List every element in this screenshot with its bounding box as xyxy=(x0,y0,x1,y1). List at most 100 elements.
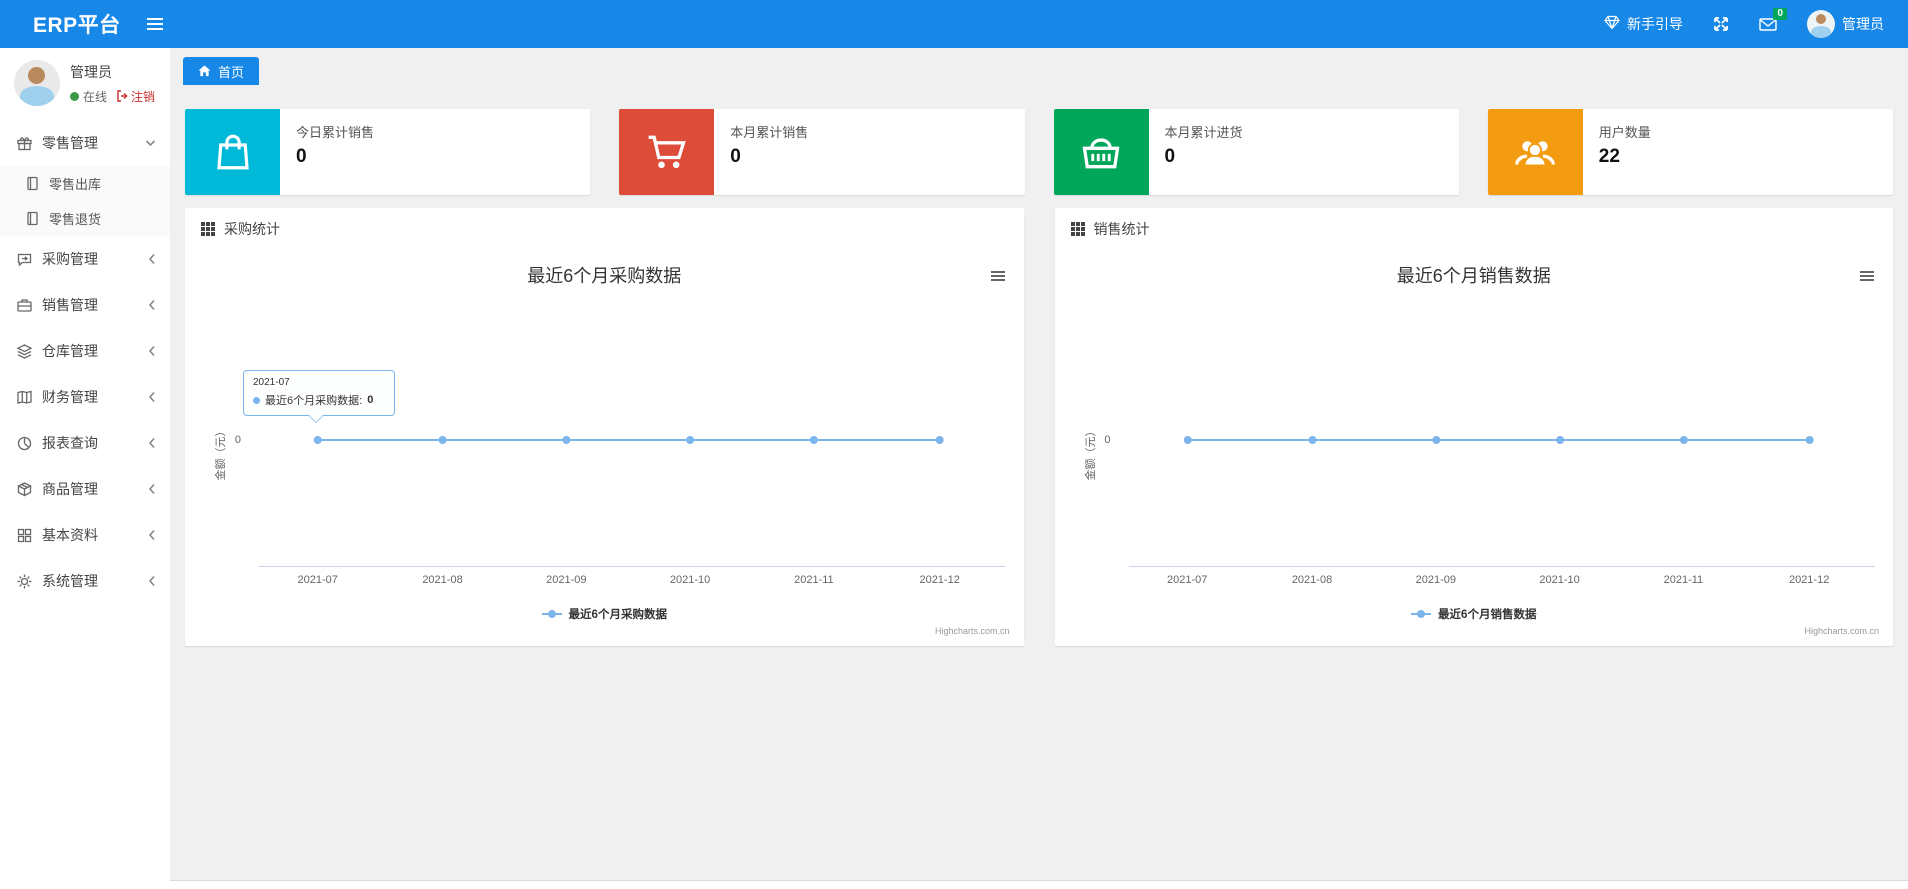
sidebar-item-label: 零售管理 xyxy=(42,135,98,151)
stat-card-value: 0 xyxy=(296,146,307,167)
sidebar-item-reports[interactable]: 报表查询 xyxy=(0,420,170,466)
chevron-left-icon xyxy=(148,391,156,403)
shopping-cart-icon xyxy=(619,109,715,195)
stat-card-month-sales: 本月累计销售 0 xyxy=(619,109,1025,195)
gear-icon xyxy=(16,573,33,590)
stat-card-value: 0 xyxy=(1164,146,1176,167)
sidebar-item-sales[interactable]: 销售管理 xyxy=(0,282,170,328)
x-axis-tick: 2021-09 xyxy=(1415,574,1457,586)
gift-icon xyxy=(16,135,33,152)
messages-badge: 0 xyxy=(1773,7,1787,20)
sidebar-toggle-icon[interactable] xyxy=(146,18,163,30)
charts-row: 采购统计 最近6个月采购数据 金额（元） 0 2021-07 2021-08 2… xyxy=(170,195,1908,646)
fullscreen-icon xyxy=(1714,17,1728,31)
guide-button[interactable]: 新手引导 xyxy=(1604,14,1683,34)
stat-card-label: 本月累计销售 xyxy=(730,125,809,140)
purchase-chart: 最近6个月采购数据 金额（元） 0 2021-07 2021-08 2021-0… xyxy=(185,250,1024,644)
sidebar-submenu-retail: 零售出库 零售退货 xyxy=(0,166,170,236)
highcharts-credit[interactable]: Highcharts.com.cn xyxy=(1804,626,1879,636)
x-axis-tick: 2021-07 xyxy=(1167,574,1208,586)
sidebar-item-label: 仓库管理 xyxy=(42,343,98,359)
user-menu-label: 管理员 xyxy=(1842,16,1884,32)
sidebar-item-label: 报表查询 xyxy=(42,435,98,451)
stat-cards-row: 今日累计销售 0 本月累计销售 0 本月累计进货 0 用户数量 22 xyxy=(170,85,1908,195)
sidebar-item-retail[interactable]: 零售管理 xyxy=(0,120,170,166)
sidebar-item-system[interactable]: 系统管理 xyxy=(0,558,170,604)
x-axis-tick: 2021-12 xyxy=(1788,574,1830,586)
highcharts-credit[interactable]: Highcharts.com.cn xyxy=(935,626,1010,636)
panel-title: 销售统计 xyxy=(1093,221,1150,237)
legend-item[interactable]: 最近6个月销售数据 xyxy=(1055,606,1894,622)
legend-marker-icon xyxy=(541,610,562,618)
tab-label: 首页 xyxy=(218,64,245,80)
stat-card-label: 用户数量 xyxy=(1598,125,1651,140)
chevron-left-icon xyxy=(148,575,156,587)
stat-card-value: 22 xyxy=(1598,146,1620,167)
x-axis-tick: 2021-12 xyxy=(919,574,960,586)
sidebar-item-retail-outbound[interactable]: 零售出库 xyxy=(0,166,170,201)
sidebar-item-label: 零售出库 xyxy=(49,177,102,192)
sidebar-item-label: 采购管理 xyxy=(42,251,98,267)
legend-label: 最近6个月采购数据 xyxy=(568,609,667,621)
sidebar-item-finance[interactable]: 财务管理 xyxy=(0,374,170,420)
sidebar-item-goods[interactable]: 商品管理 xyxy=(0,466,170,512)
th-grid-icon xyxy=(201,222,215,236)
app-brand[interactable]: ERP平台 xyxy=(0,9,121,39)
messages-button[interactable]: 0 xyxy=(1759,7,1787,32)
sidebar-item-purchase[interactable]: 采购管理 xyxy=(0,236,170,282)
sales-chart: 最近6个月销售数据 金额（元） 0 2021-07 2021-08 2021-0… xyxy=(1055,250,1894,644)
x-axis-tick: 2021-11 xyxy=(1663,574,1704,586)
chart-tooltip: 2021-07 最近6个月采购数据: 0 xyxy=(243,370,395,423)
sidebar-item-basic-data[interactable]: 基本资料 xyxy=(0,512,170,558)
footer xyxy=(170,880,1908,889)
layers-icon xyxy=(16,343,33,360)
purchase-icon xyxy=(16,251,33,268)
tab-home[interactable]: 首页 xyxy=(183,57,260,85)
user-menu[interactable]: 管理员 xyxy=(1807,10,1884,38)
tab-bar: 首页 xyxy=(170,48,1908,85)
top-navbar: ERP平台 新手引导 0 管理员 xyxy=(0,0,1908,48)
chevron-left-icon xyxy=(148,437,156,449)
logout-link[interactable]: 注销 xyxy=(116,88,155,105)
x-axis-tick: 2021-11 xyxy=(794,574,834,586)
x-axis-tick: 2021-10 xyxy=(669,574,711,586)
stat-card-label: 今日累计销售 xyxy=(296,125,375,140)
stat-card-month-purchase: 本月累计进货 0 xyxy=(1053,109,1459,195)
x-axis-tick: 2021-07 xyxy=(297,574,338,586)
main-content: 首页 今日累计销售 0 本月累计销售 0 本月累计进货 0 用户数量 22 采购… xyxy=(170,48,1908,889)
shopping-basket-icon xyxy=(1053,109,1149,195)
sidebar: 管理员 在线 注销 零售管理 零售出库 零售退货 采购管理 销售管理 仓库管理 … xyxy=(0,48,170,889)
box-icon xyxy=(16,481,33,498)
chevron-down-icon xyxy=(145,138,156,148)
fullscreen-button[interactable] xyxy=(1713,16,1729,32)
online-status: 在线 xyxy=(83,89,108,104)
sidebar-item-label: 销售管理 xyxy=(42,297,98,313)
sidebar-menu: 零售管理 零售出库 零售退货 采购管理 销售管理 仓库管理 财务管理 报表查询 … xyxy=(0,120,170,604)
shopping-bag-icon xyxy=(185,109,280,195)
legend-label: 最近6个月销售数据 xyxy=(1438,609,1537,621)
journal-icon xyxy=(26,176,40,191)
legend-item[interactable]: 最近6个月采购数据 xyxy=(185,606,1024,622)
th-grid-icon xyxy=(1070,222,1085,236)
gem-icon xyxy=(1604,15,1620,33)
sidebar-item-retail-return[interactable]: 零售退货 xyxy=(0,201,170,236)
sidebar-item-label: 基本资料 xyxy=(42,527,98,543)
ledger-icon xyxy=(16,389,33,406)
sales-stats-panel: 销售统计 最近6个月销售数据 金额（元） 0 2021-07 2021-08 2… xyxy=(1054,208,1894,646)
online-dot-icon xyxy=(70,91,79,101)
chevron-left-icon xyxy=(148,483,156,495)
tooltip-value: 0 xyxy=(367,394,374,406)
chevron-left-icon xyxy=(148,253,156,265)
sidebar-item-label: 系统管理 xyxy=(42,573,98,589)
guide-label: 新手引导 xyxy=(1627,16,1683,32)
sidebar-item-label: 商品管理 xyxy=(42,481,98,497)
x-axis-tick: 2021-09 xyxy=(546,574,587,586)
stat-card-value: 0 xyxy=(730,146,741,167)
grid-icon xyxy=(16,527,33,544)
series-dot-icon xyxy=(253,396,260,404)
user-name: 管理员 xyxy=(70,63,112,80)
home-icon xyxy=(198,65,211,77)
sidebar-item-warehouse[interactable]: 仓库管理 xyxy=(0,328,170,374)
avatar xyxy=(1807,10,1835,38)
stat-card-label: 本月累计进货 xyxy=(1164,125,1243,140)
